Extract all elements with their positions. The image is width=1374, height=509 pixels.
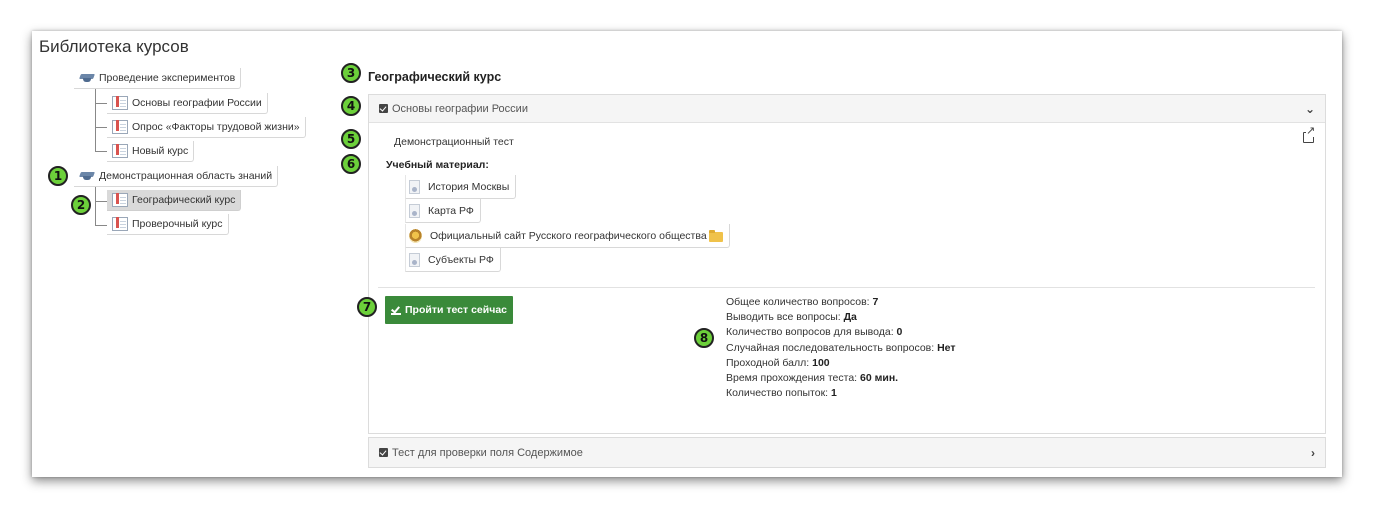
document-icon [409,252,420,267]
tree-node-label: Проверочный курс [132,218,223,230]
tree-node-label: Демонстрационная область знаний [99,170,273,182]
divider [378,287,1315,288]
stat-label: Время прохождения теста: [726,372,858,385]
material-item[interactable]: Субъекты РФ [405,248,501,272]
tree-node-course[interactable]: Опрос «Факторы трудовой жизни» [107,117,306,138]
stat-value: 1 [831,387,837,400]
stat-line: Время прохождения теста: 60 мин. [726,371,956,386]
button-label: Пройти тест сейчас [405,304,507,316]
stat-line: Количество вопросов для вывода: 0 [726,325,956,340]
course-library-window: Библиотека курсов Проведение эксперимент… [32,31,1342,477]
book-icon [112,193,128,207]
material-label: Субъекты РФ [428,253,494,266]
tree-node-course[interactable]: Проверочный курс [107,214,229,235]
stat-value: 7 [872,296,879,308]
stat-label: Выводить все вопросы: [726,311,841,324]
tree-connector [95,201,107,202]
material-item[interactable]: Официальный сайт Русского географическог… [405,224,730,248]
stat-value: Нет [937,341,956,354]
check-icon [391,306,401,315]
callout-badge: 1 [48,166,68,186]
stat-value: 100 [812,356,830,369]
tree-node-area[interactable]: Демонстрационная область знаний [74,166,279,187]
callout-badge: 8 [694,328,714,348]
chevron-down-icon[interactable]: ⌄ [1305,102,1315,116]
book-icon [112,144,128,158]
tree-node-course-selected[interactable]: Географический курс [107,190,242,211]
tree-node-label: Опрос «Факторы трудовой жизни» [132,121,300,133]
panel-header[interactable]: Основы географии России ⌄ [369,95,1325,123]
callout-badge: 5 [341,129,361,149]
stat-line: Проходной балл: 100 [726,356,956,371]
document-icon [409,203,420,218]
stat-label: Общее количество вопросов: [726,296,870,308]
tree-node-area[interactable]: Проведение экспериментов [74,68,242,89]
material-label: Карта РФ [428,204,474,217]
material-item[interactable]: Карта РФ [405,199,481,223]
test-panel-collapsed: Тест для проверки поля Содержимое › [368,437,1326,468]
folder-icon [708,229,723,242]
tree-connector [95,89,96,152]
graduation-cap-icon [79,73,95,83]
book-icon [112,96,128,110]
chevron-right-icon[interactable]: › [1311,446,1315,460]
callout-badge: 4 [341,96,361,116]
callout-badge: 3 [341,63,361,83]
tree-node-label: Проведение экспериментов [99,72,236,84]
stat-label: Количество попыток: [726,387,829,400]
callout-badge: 6 [341,154,361,174]
stat-line: Количество попыток: 1 [726,386,956,401]
tree-connector [95,187,96,225]
stat-value: 60 мин. [860,372,899,385]
materials-label: Учебный материал: [386,159,489,171]
stat-value: Да [843,311,857,324]
panel-header[interactable]: Тест для проверки поля Содержимое › [369,438,1325,467]
material-item[interactable]: История Москвы [405,175,517,199]
external-link-icon[interactable] [1303,126,1316,143]
test-stats: Общее количество вопросов: 7 Выводить вс… [726,295,956,401]
panel-title: Основы географии России [392,102,528,115]
material-label: Официальный сайт Русского географическог… [430,229,707,242]
tree-node-course[interactable]: Основы географии России [107,93,268,114]
stat-label: Случайная последовательность вопросов: [726,341,935,354]
graduation-cap-icon [79,171,95,181]
callout-badge: 2 [71,195,91,215]
stat-label: Проходной балл: [726,356,810,369]
tree-connector [95,225,107,226]
tree-node-label: Географический курс [132,194,236,206]
tree-node-course[interactable]: Новый курс [107,141,195,162]
stat-line: Выводить все вопросы: Да [726,310,956,325]
check-square-icon [379,448,388,457]
panel-title: Тест для проверки поля Содержимое [392,446,583,459]
take-test-button[interactable]: Пройти тест сейчас [385,296,513,324]
callout-badge: 7 [357,297,377,317]
check-square-icon [379,104,388,113]
stat-label: Количество вопросов для вывода: [726,326,894,339]
stat-line: Общее количество вопросов: 7 [726,295,956,310]
test-name: Демонстрационный тест [394,136,514,148]
book-icon [112,217,128,231]
stat-value: 0 [896,326,903,339]
tree-connector [95,127,107,128]
book-icon [112,120,128,134]
app-title: Библиотека курсов [39,37,189,56]
emblem-icon [409,228,422,243]
material-label: История Москвы [428,180,510,193]
tree-node-label: Новый курс [132,145,189,157]
tree-connector [95,151,107,152]
tree-connector [95,103,107,104]
document-icon [409,179,420,194]
tree-node-label: Основы географии России [132,97,262,109]
course-title: Географический курс [368,70,502,84]
stat-line: Случайная последовательность вопросов: Н… [726,341,956,356]
